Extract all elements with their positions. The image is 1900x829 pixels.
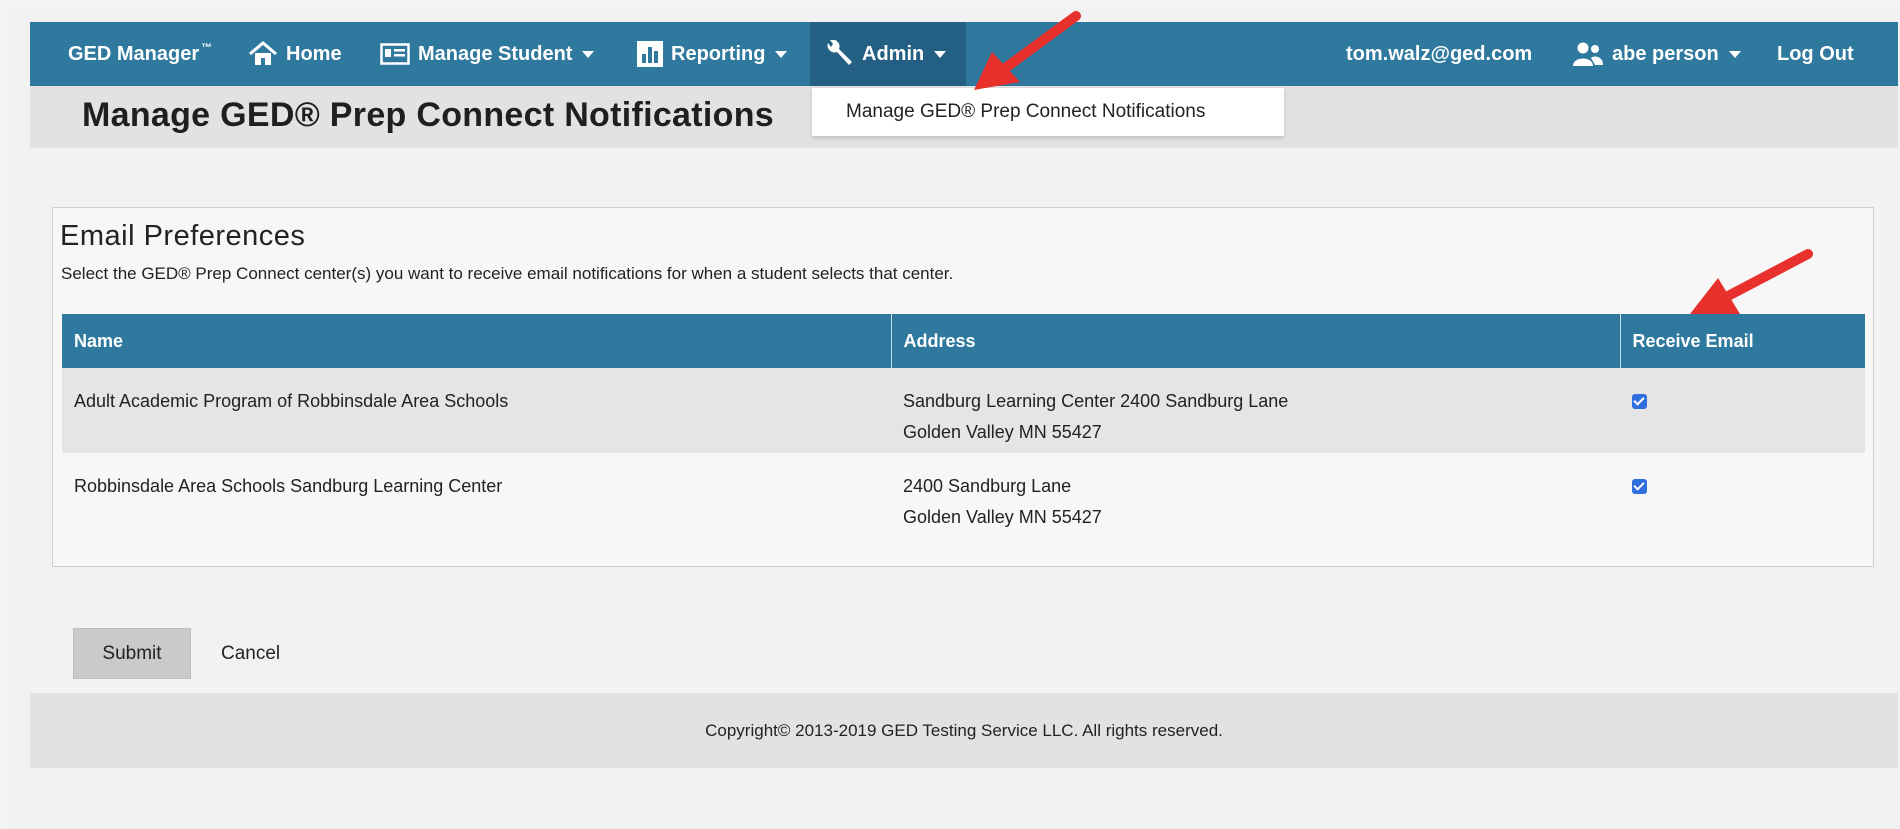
submit-button[interactable]: Submit [73,628,191,679]
column-header-address: Address [891,314,1621,368]
menu-item-manage-notifications[interactable]: Manage GED® Prep Connect Notifications [846,101,1205,123]
center-name: Adult Academic Program of Robbinsdale Ar… [62,368,891,453]
wrench-icon [827,40,852,65]
nav-admin[interactable]: Admin [810,22,967,86]
receive-email-checkbox[interactable] [1632,479,1647,494]
nav-admin-label: Admin [862,42,925,65]
brand-name: GED Manager [68,42,200,65]
center-name: Robbinsdale Area Schools Sandburg Learni… [62,453,891,538]
section-title: Email Preferences [60,220,306,252]
receive-email-cell [1620,368,1865,453]
column-header-receive-email: Receive Email [1620,314,1865,368]
table-row: Adult Academic Program of Robbinsdale Ar… [62,368,1865,453]
center-address: 2400 Sandburg Lane Golden Valley MN 5542… [891,453,1620,538]
bar-chart-icon [637,41,663,67]
role-menu[interactable]: abe person [1572,22,1741,86]
receive-email-cell [1620,453,1865,538]
top-nav-bar: GED Manager ™ Home Manage Student Reporti… [30,22,1898,86]
chevron-down-icon [934,50,947,58]
users-icon [1573,42,1603,66]
brand-link[interactable]: GED Manager ™ [68,22,212,86]
footer: Copyright© 2013-2019 GED Testing Service… [30,693,1898,768]
chevron-down-icon [775,50,788,58]
logout-link[interactable]: Log Out [1777,22,1854,86]
nav-manage-student[interactable]: Manage Student [380,22,595,86]
admin-dropdown-menu: Manage GED® Prep Connect Notifications [812,88,1284,136]
nav-home-label: Home [286,42,342,65]
home-icon [249,41,277,65]
nav-manage-student-label: Manage Student [418,42,573,65]
address-line1: 2400 Sandburg Lane [903,476,1072,496]
nav-reporting[interactable]: Reporting [637,22,788,86]
nav-reporting-label: Reporting [671,42,766,65]
nav-home[interactable]: Home [248,22,342,86]
trademark-mark: ™ [201,42,213,54]
column-header-name: Name [62,314,892,368]
role-label: abe person [1612,42,1719,65]
id-card-icon [380,43,410,65]
address-line2: Golden Valley MN 55427 [903,507,1102,527]
section-description: Select the GED® Prep Connect center(s) y… [61,264,954,283]
table-row: Robbinsdale Area Schools Sandburg Learni… [62,453,1865,538]
page-title: Manage GED® Prep Connect Notifications [82,96,774,134]
receive-email-checkbox[interactable] [1632,394,1647,409]
cancel-button[interactable]: Cancel [221,628,280,679]
copyright-text: Copyright© 2013-2019 GED Testing Service… [705,720,1223,740]
centers-table: Name Address Receive Email Adult Academi… [62,314,1865,538]
address-line2: Golden Valley MN 55427 [903,422,1102,442]
user-email: tom.walz@ged.com [1346,42,1533,65]
chevron-down-icon [1728,50,1741,58]
center-address: Sandburg Learning Center 2400 Sandburg L… [891,368,1620,453]
chevron-down-icon [582,50,595,58]
address-line1: Sandburg Learning Center 2400 Sandburg L… [903,391,1289,411]
table-header-row: Name Address Receive Email [62,314,1865,368]
